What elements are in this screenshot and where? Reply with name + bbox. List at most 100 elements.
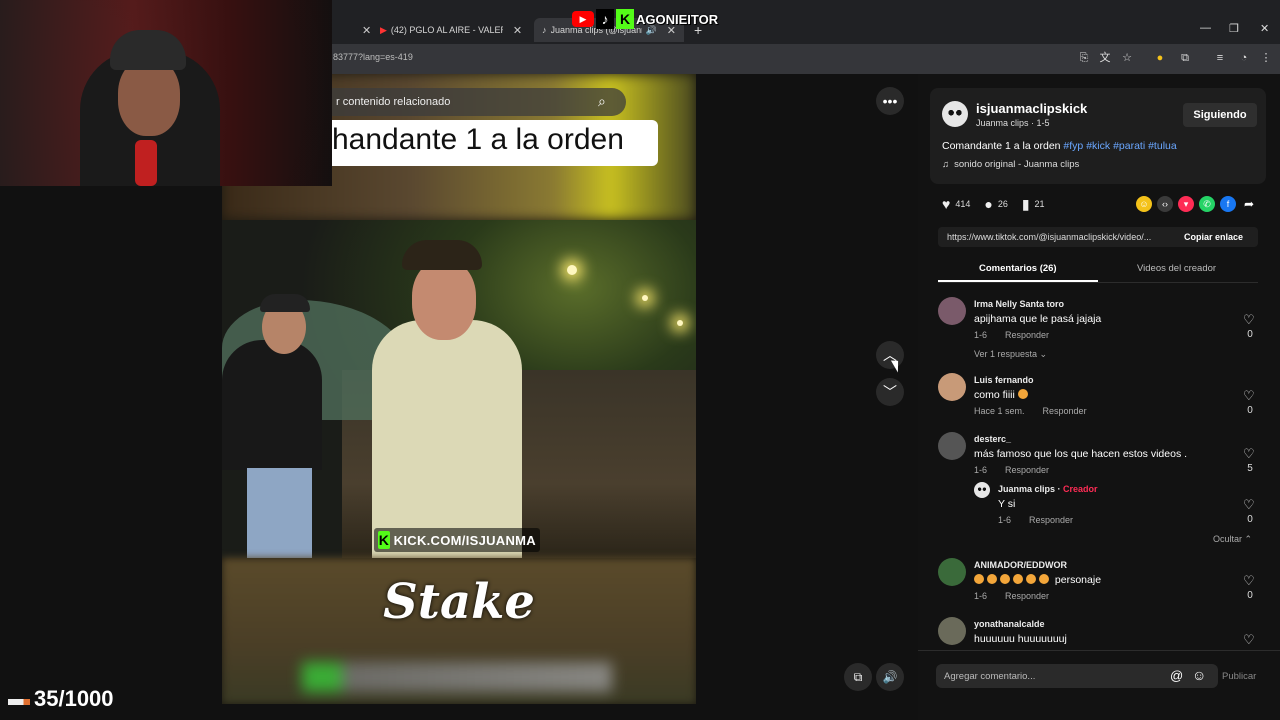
comment-meta: 1-6 Responder [974,591,1050,601]
tab-youtube[interactable]: ▶ (42) PGLO AL AIRE - VALERIA A ✕ [380,20,528,40]
publish-button[interactable]: Publicar [1222,671,1256,682]
copy-link-button[interactable]: Copiar enlace [1184,232,1243,242]
puzzle-icon[interactable]: ⧉ [1178,51,1192,65]
reply-button[interactable]: Responder [1029,515,1073,525]
minimize-icon[interactable]: — [1200,22,1211,34]
tab-divider [938,282,1258,283]
heart-icon[interactable]: ♡ [1243,497,1255,513]
video-scene [222,220,696,558]
hashtag[interactable]: #parati [1113,140,1145,152]
more-options-button[interactable]: ••• [876,87,904,115]
comment-text: Y si [998,498,1016,510]
volume-button[interactable]: 🔊 [876,663,904,691]
save-button[interactable]: ▮ 21 [1022,196,1045,213]
comment-placeholder[interactable]: Agregar comentario... [944,671,1035,682]
emoji-picker-icon[interactable]: ☺ [1192,667,1206,683]
comment-author[interactable]: yonathanalcalde [974,619,1045,629]
blurred-banner [302,662,612,692]
author-avatar[interactable] [942,101,968,127]
tab-close-icon[interactable]: ✕ [356,20,371,40]
emoji-icon [1017,389,1028,399]
facebook-icon[interactable]: f [1220,196,1236,212]
comment-author[interactable]: desterc_ [974,434,1011,444]
heart-icon[interactable]: ♡ [1243,446,1255,462]
hashtag[interactable]: #tulua [1148,140,1177,152]
webcam-overlay [0,0,332,186]
maximize-icon[interactable]: ❐ [1229,22,1239,35]
follow-button[interactable]: Siguiendo [1183,103,1257,127]
tab-comments[interactable]: Comentarios (26) [979,263,1057,274]
author-subline: Juanma clips · 1-5 [976,118,1050,128]
emoji-icon [1013,574,1023,584]
hide-replies-button[interactable]: Ocultar ⌃ [1213,534,1252,545]
avatar[interactable] [938,432,966,460]
reply-button[interactable]: Responder [1005,330,1049,340]
search-icon[interactable]: ⌕ [598,93,606,110]
heart-icon[interactable]: ♡ [1243,312,1255,328]
comment-author[interactable]: Juanma clips · Creador [998,484,1098,494]
sound-link[interactable]: ♫ sonido original - Juanma clips [942,159,1079,170]
reply-button[interactable]: Responder [1005,591,1049,601]
comment-meta: 1-6 Responder [974,330,1050,340]
comment-text: apijhama que le pasá jajaja [974,313,1102,325]
video-link[interactable]: https://www.tiktok.com/@isjuanmaclipskic… [947,232,1173,242]
comment-meta: 1-6 Responder [998,515,1074,525]
next-video-button[interactable]: ﹀ [876,378,904,406]
view-replies-button[interactable]: Ver 1 respuesta ⌄ [974,349,1047,360]
youtube-icon: ▶ [572,11,594,27]
tab-creator-videos[interactable]: Videos del creador [1137,263,1216,274]
tiktok-icon: ♪ [542,25,547,35]
share-row: ☺ ‹› ▾ ✆ f ➦ [1136,196,1257,212]
avatar[interactable] [938,617,966,645]
comment-meta: 1-6 Responder [974,465,1050,475]
heart-icon[interactable]: ♡ [1243,632,1255,648]
comment-author[interactable]: Irma Nelly Santa toro [974,299,1064,309]
bookmark-icon: ▮ [1021,195,1030,212]
like-count: 0 [1247,405,1253,416]
hashtag[interactable]: #fyp [1063,140,1083,152]
avatar[interactable] [938,297,966,325]
extension-icon[interactable]: ● [1153,51,1167,65]
author-username[interactable]: isjuanmaclipskick [976,101,1087,116]
url-text[interactable]: 83777?lang=es-419 [333,52,413,62]
reply-button[interactable]: Responder [1005,465,1049,475]
emoji-icon [1000,574,1010,584]
creator-avatar[interactable] [974,482,990,498]
comment-author[interactable]: Luis fernando [974,375,1034,385]
comment-button[interactable]: ● 26 [984,196,1007,212]
youtube-icon: ▶ [380,24,387,35]
engagement-stats: ♥ 414 ● 26 ▮ 21 [942,196,1045,213]
like-count: 0 [1247,329,1253,340]
comment-author[interactable]: ANIMADOR/EDDWOR [974,560,1067,570]
menu-icon[interactable]: ⋮ [1259,51,1273,65]
comment-text: como fiiii [974,389,1031,401]
send-icon[interactable]: ▾ [1178,196,1194,212]
like-button[interactable]: ♥ 414 [942,196,970,212]
translate-icon[interactable]: 文 [1098,51,1112,65]
close-window-icon[interactable]: ✕ [1260,22,1269,35]
like-count: 5 [1247,463,1253,474]
heart-icon[interactable]: ♡ [1243,573,1255,589]
reply-button[interactable]: Responder [1043,406,1087,416]
hashtag[interactable]: #kick [1086,140,1110,152]
whatsapp-icon[interactable]: ✆ [1199,196,1215,212]
heart-icon[interactable]: ♡ [1243,388,1255,404]
tiktok-icon: ♪ [596,9,614,29]
profile-icon[interactable]: ◔ [1237,51,1251,65]
related-search-text[interactable]: r contenido relacionado [336,96,450,108]
comment-icon: ● [984,196,993,212]
heart-icon: ♥ [942,196,951,212]
star-icon[interactable]: ☆ [1120,51,1134,65]
share-icon[interactable]: ➦ [1241,196,1257,212]
kick-icon: K [378,531,390,549]
install-icon[interactable]: ⎘ [1077,51,1091,65]
avatar[interactable] [938,558,966,586]
avatar[interactable] [938,373,966,401]
repost-icon[interactable]: ☺ [1136,196,1152,212]
sponsor-logo: Stake [383,574,535,630]
mention-icon[interactable]: @ [1170,668,1183,683]
media-icon[interactable]: ≡ [1213,51,1227,65]
miniplayer-button[interactable]: ⧉ [844,663,872,691]
close-icon[interactable]: ✕ [513,24,522,37]
embed-icon[interactable]: ‹› [1157,196,1173,212]
